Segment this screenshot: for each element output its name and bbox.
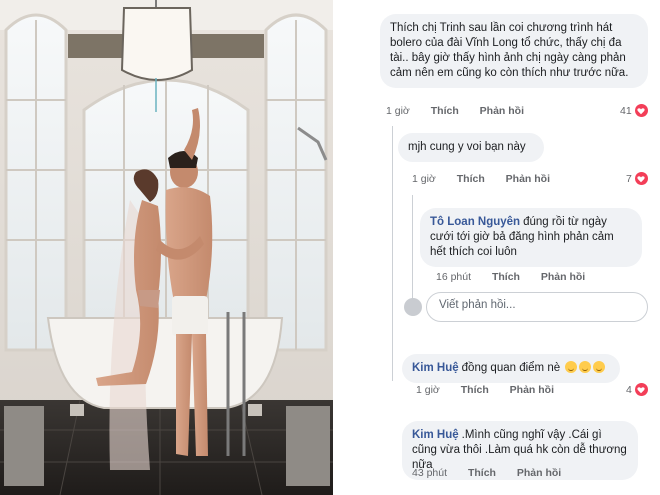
comment-time: 43 phút: [412, 467, 448, 479]
comment-time: 1 giờ: [412, 173, 436, 185]
reply-link[interactable]: Phản hồi: [541, 271, 585, 283]
comment-time: 1 giờ: [386, 105, 410, 117]
reply-link[interactable]: Phản hồi: [510, 384, 554, 396]
comment-panel: Thích chị Trinh sau lần coi chương trình…: [340, 0, 660, 495]
comment-text: mjh cung y voi bạn này: [408, 141, 526, 153]
photo-illustration: [0, 0, 333, 495]
bathroom-photo: [0, 0, 333, 495]
like-link[interactable]: Thích: [492, 271, 520, 283]
heart-icon: [634, 104, 648, 117]
comment-bubble: Kim Huệ đồng quan điểm nè: [402, 354, 620, 383]
like-link[interactable]: Thích: [431, 105, 459, 117]
thread-line: [412, 195, 413, 305]
reply-link[interactable]: Phản hồi: [480, 105, 524, 117]
avatar: [404, 298, 422, 316]
comment-bubble: Thích chị Trinh sau lần coi chương trình…: [380, 14, 648, 88]
heart-icon: [634, 172, 648, 185]
reaction-number: 41: [620, 104, 632, 117]
comment-time: 16 phút: [436, 271, 472, 283]
comment-author[interactable]: Kim Huệ: [412, 362, 459, 374]
reply-placeholder: Viết phản hồi...: [439, 299, 516, 311]
comment-bubble: Tô Loan Nguyên đúng rồi từ ngày cưới tới …: [420, 208, 642, 267]
reaction-number: 7: [626, 172, 632, 185]
like-link[interactable]: Thích: [468, 467, 496, 479]
comment-meta: 1 giờ Thích Phản hồi: [412, 173, 568, 185]
comment-author[interactable]: Kim Huệ: [412, 429, 459, 441]
laughing-face-icon: [565, 361, 578, 373]
comment-text: Thích chị Trinh sau lần coi chương trình…: [390, 22, 629, 79]
reaction-number: 4: [626, 383, 632, 396]
comment-bubble: mjh cung y voi bạn này: [398, 133, 544, 162]
comment-meta: 43 phút Thích Phản hồi: [412, 467, 579, 479]
laughing-face-icon: [593, 361, 606, 373]
comment-text: đồng quan điểm nè: [461, 362, 561, 374]
reply-link[interactable]: Phản hồi: [517, 467, 561, 479]
comment-meta: 16 phút Thích Phản hồi: [436, 271, 603, 283]
reaction-count[interactable]: 7: [626, 172, 648, 185]
reaction-count[interactable]: 41: [620, 104, 648, 117]
like-link[interactable]: Thích: [461, 384, 489, 396]
like-link[interactable]: Thích: [457, 173, 485, 185]
comment-author[interactable]: Tô Loan Nguyên: [430, 216, 520, 228]
reaction-count[interactable]: 4: [626, 383, 648, 396]
laughing-face-icon: [579, 361, 592, 373]
thread-line: [392, 126, 393, 381]
heart-icon: [634, 383, 648, 396]
reply-link[interactable]: Phản hồi: [506, 173, 550, 185]
comment-time: 1 giờ: [416, 384, 440, 396]
comment-meta: 1 giờ Thích Phản hồi: [416, 384, 572, 396]
comment-meta: 1 giờ Thích Phản hồi: [386, 105, 542, 117]
reply-input[interactable]: Viết phản hồi...: [426, 292, 648, 322]
